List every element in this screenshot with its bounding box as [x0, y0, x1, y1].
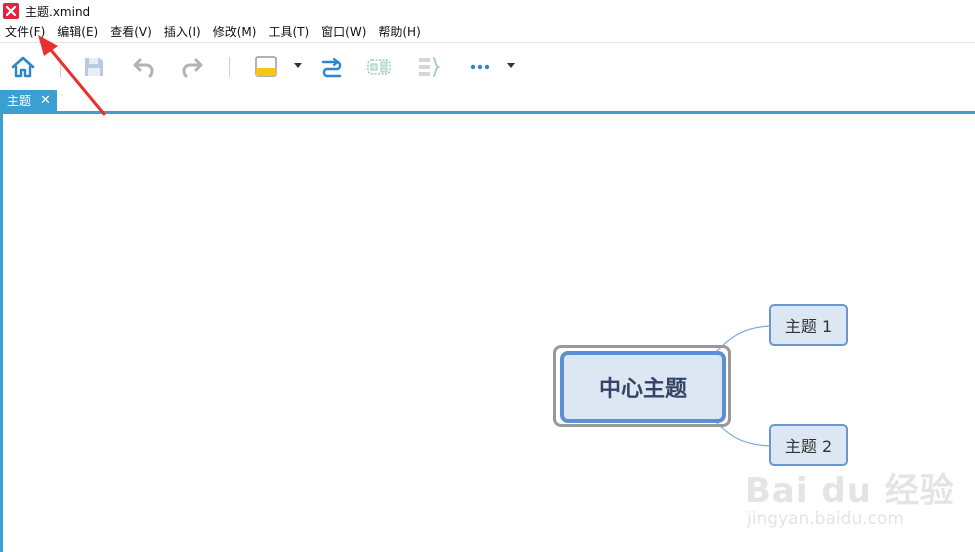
watermark-main-text: Bai du 经验 [745, 471, 955, 511]
relationship-button[interactable] [318, 53, 346, 81]
menu-bar: 文件(F) 编辑(E) 查看(V) 插入(I) 修改(M) 工具(T) 窗口(W… [0, 22, 975, 43]
subtopic-label: 主题 2 [784, 437, 833, 456]
title-bar: 主题.xmind [0, 0, 975, 22]
topic-style-icon [255, 56, 277, 77]
xmind-logo-icon [3, 3, 19, 19]
subtopic-2[interactable]: 主题 2 [769, 424, 848, 466]
home-button[interactable] [9, 53, 37, 81]
toolbar-separator [60, 57, 61, 77]
menu-insert[interactable]: 插入(I) [158, 22, 207, 42]
menu-window[interactable]: 窗口(W) [315, 22, 372, 42]
central-topic[interactable]: 中心主题 [560, 351, 726, 423]
subtopic-1[interactable]: 主题 1 [769, 304, 848, 346]
summary-icon [419, 57, 441, 77]
topic-style-button[interactable] [252, 53, 280, 81]
boundary-icon [367, 59, 391, 75]
tab-strip: 主题 ✕ [0, 90, 975, 111]
menu-modify[interactable]: 修改(M) [207, 22, 263, 42]
save-icon [85, 58, 103, 76]
relationship-icon [321, 57, 342, 78]
menu-tools[interactable]: 工具(T) [262, 22, 315, 42]
home-icon [11, 56, 35, 78]
toolbar-separator [229, 57, 230, 77]
summary-button[interactable] [414, 53, 442, 81]
boundary-button[interactable] [365, 53, 393, 81]
toolbar [0, 43, 975, 90]
subtopic-label: 主题 1 [784, 317, 833, 336]
more-button[interactable] [466, 53, 494, 81]
menu-view[interactable]: 查看(V) [104, 22, 158, 42]
watermark-url-text: jingyan.baidu.com [747, 509, 904, 529]
undo-icon [133, 58, 154, 78]
undo-button[interactable] [130, 53, 158, 81]
tab-topic[interactable]: 主题 ✕ [0, 90, 57, 111]
tab-label: 主题 [7, 94, 32, 108]
more-icon [470, 64, 490, 70]
window-title: 主题.xmind [25, 4, 91, 19]
topic-style-dropdown-arrow-icon[interactable] [294, 63, 302, 68]
more-dropdown-arrow-icon[interactable] [507, 63, 515, 68]
menu-edit[interactable]: 编辑(E) [51, 22, 104, 42]
menu-file[interactable]: 文件(F) [0, 22, 51, 42]
central-topic-label: 中心主题 [598, 377, 687, 402]
redo-button[interactable] [178, 53, 206, 81]
close-icon[interactable]: ✕ [40, 94, 51, 107]
redo-icon [182, 58, 203, 78]
baidu-jingyan-watermark: Bai du 经验 jingyan.baidu.com [745, 463, 970, 535]
save-button[interactable] [80, 53, 108, 81]
menu-help[interactable]: 帮助(H) [372, 22, 426, 42]
